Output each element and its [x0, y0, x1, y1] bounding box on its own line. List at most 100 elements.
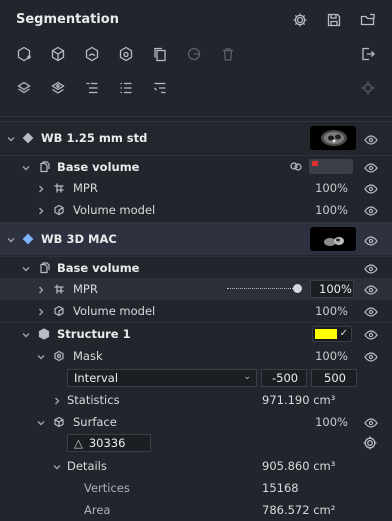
mpr-opacity: 100% [315, 181, 348, 195]
threshold-mode-select[interactable]: Interval ⌄ [67, 369, 257, 387]
volume-model-icon [53, 204, 65, 216]
opacity-slider-handle[interactable] [293, 284, 302, 293]
chevron-right-icon[interactable] [36, 183, 46, 193]
chevron-right-icon[interactable] [36, 205, 46, 215]
mask-icon [53, 350, 65, 362]
interval-max-input[interactable]: 500 [311, 369, 357, 387]
series-thumbnail[interactable] [310, 227, 356, 251]
mpr-grid-icon [53, 283, 65, 295]
structure-hex-icon [38, 328, 50, 340]
chevron-right-icon[interactable] [36, 284, 46, 294]
volume-model-icon [53, 305, 65, 317]
gear-icon[interactable] [289, 9, 311, 31]
red-marker [312, 161, 318, 166]
mpr-grid-icon [53, 182, 65, 194]
vertices-value: 15168 [262, 481, 299, 495]
details-volume: 905.860 cm³ [262, 459, 336, 473]
chevron-right-icon[interactable] [36, 306, 46, 316]
area-label: Area [84, 503, 111, 517]
mask-row[interactable]: Mask 100% [0, 345, 392, 367]
window-level-icon[interactable] [290, 160, 302, 172]
chevron-down-icon[interactable] [6, 133, 16, 143]
visibility-eye-icon[interactable] [364, 351, 378, 362]
structure-color-picker[interactable]: ✓ [312, 326, 352, 342]
chevron-down-icon[interactable] [36, 351, 46, 361]
visibility-eye-icon[interactable] [364, 284, 378, 295]
cube-gear-icon[interactable] [115, 43, 137, 65]
series-row-wb125[interactable]: WB 1.25 mm std [0, 121, 392, 154]
threshold-mode-value: Interval [74, 371, 119, 385]
series-diamond-icon [22, 233, 34, 245]
volume-model-label: Volume model [73, 304, 156, 318]
vertices-label: Vertices [84, 481, 130, 495]
structure-row[interactable]: Structure 1 ✓ [0, 322, 392, 345]
base-volume-label: Base volume [57, 160, 140, 174]
volume-model-row-1[interactable]: Volume model 100% [0, 199, 392, 221]
chevron-down-icon[interactable] [21, 263, 31, 273]
export-icon[interactable] [357, 43, 379, 65]
trash-icon[interactable] [217, 43, 239, 65]
panel-title: Segmentation [16, 12, 119, 27]
undo-circle-icon[interactable] [183, 43, 205, 65]
mask-label: Mask [73, 349, 103, 363]
series-diamond-icon [22, 132, 34, 144]
series-thumbnail[interactable] [310, 126, 356, 150]
checkmark-icon: ✓ [339, 328, 348, 339]
mpr-row-2[interactable]: MPR 100% [0, 278, 392, 300]
surface-settings-gear-icon[interactable] [359, 432, 381, 454]
chevron-down-icon[interactable] [21, 162, 31, 172]
surface-row[interactable]: Surface 100% [0, 411, 392, 433]
series-label: WB 3D MAC [41, 232, 117, 246]
chevron-down-icon[interactable] [36, 417, 46, 427]
volume-model-label: Volume model [73, 203, 156, 217]
chevron-right-icon[interactable] [52, 395, 62, 405]
base-volume-row-2[interactable]: Base volume [0, 256, 392, 278]
visibility-eye-icon[interactable] [364, 329, 378, 340]
visibility-eye-icon[interactable] [364, 235, 378, 246]
segmentation-panel: Segmentation WB 1.25 mm std Base volume … [0, 0, 392, 521]
chevron-down-icon[interactable] [52, 461, 62, 471]
volume-model-row-2[interactable]: Volume model 100% [0, 300, 392, 322]
visibility-eye-icon[interactable] [364, 263, 378, 274]
mpr-opacity-input[interactable]: 100% [310, 280, 354, 298]
visibility-eye-icon[interactable] [364, 417, 378, 428]
layers-alt-icon[interactable] [47, 77, 69, 99]
cube-icon[interactable] [47, 43, 69, 65]
mpr-row-1[interactable]: MPR 100% [0, 177, 392, 199]
structure-label: Structure 1 [57, 327, 131, 341]
surface-icon [53, 416, 65, 428]
details-row[interactable]: Details 905.860 cm³ [0, 455, 392, 477]
chevron-down-icon[interactable] [21, 329, 31, 339]
list-icon[interactable] [115, 77, 137, 99]
visibility-eye-icon[interactable] [364, 134, 378, 145]
cube-cut-icon[interactable] [81, 43, 103, 65]
add-shape-icon[interactable] [13, 43, 35, 65]
statistics-row[interactable]: Statistics 971.190 cm³ [0, 389, 392, 411]
open-folder-icon[interactable] [357, 9, 379, 31]
visibility-eye-icon[interactable] [364, 183, 378, 194]
visibility-eye-icon[interactable] [364, 205, 378, 216]
interval-min-input[interactable]: -500 [261, 369, 307, 387]
visibility-eye-icon[interactable] [364, 306, 378, 317]
visibility-eye-icon[interactable] [364, 162, 378, 173]
triangle-count-field[interactable]: △ 30336 [67, 434, 151, 452]
base-volume-label: Base volume [57, 261, 140, 275]
opacity-slider-track[interactable] [227, 288, 297, 290]
mask-opacity: 100% [315, 349, 348, 363]
statistics-label: Statistics [67, 393, 120, 407]
triangle-icon: △ [74, 436, 83, 450]
mpr-label: MPR [73, 181, 98, 195]
series-row-wb3dmac[interactable]: WB 3D MAC [0, 222, 392, 255]
statistics-volume: 971.190 cm³ [262, 393, 336, 407]
outdent-list-icon[interactable] [149, 77, 171, 99]
layers-stack-icon[interactable] [13, 77, 35, 99]
copy-icon[interactable] [149, 43, 171, 65]
volume-icon [38, 262, 50, 274]
target-icon[interactable] [357, 77, 379, 99]
series-label: WB 1.25 mm std [41, 131, 148, 145]
window-level-preset[interactable] [309, 159, 353, 174]
save-icon[interactable] [323, 9, 345, 31]
indent-list-icon[interactable] [81, 77, 103, 99]
base-volume-row-1[interactable]: Base volume [0, 155, 392, 177]
chevron-down-icon[interactable] [6, 234, 16, 244]
